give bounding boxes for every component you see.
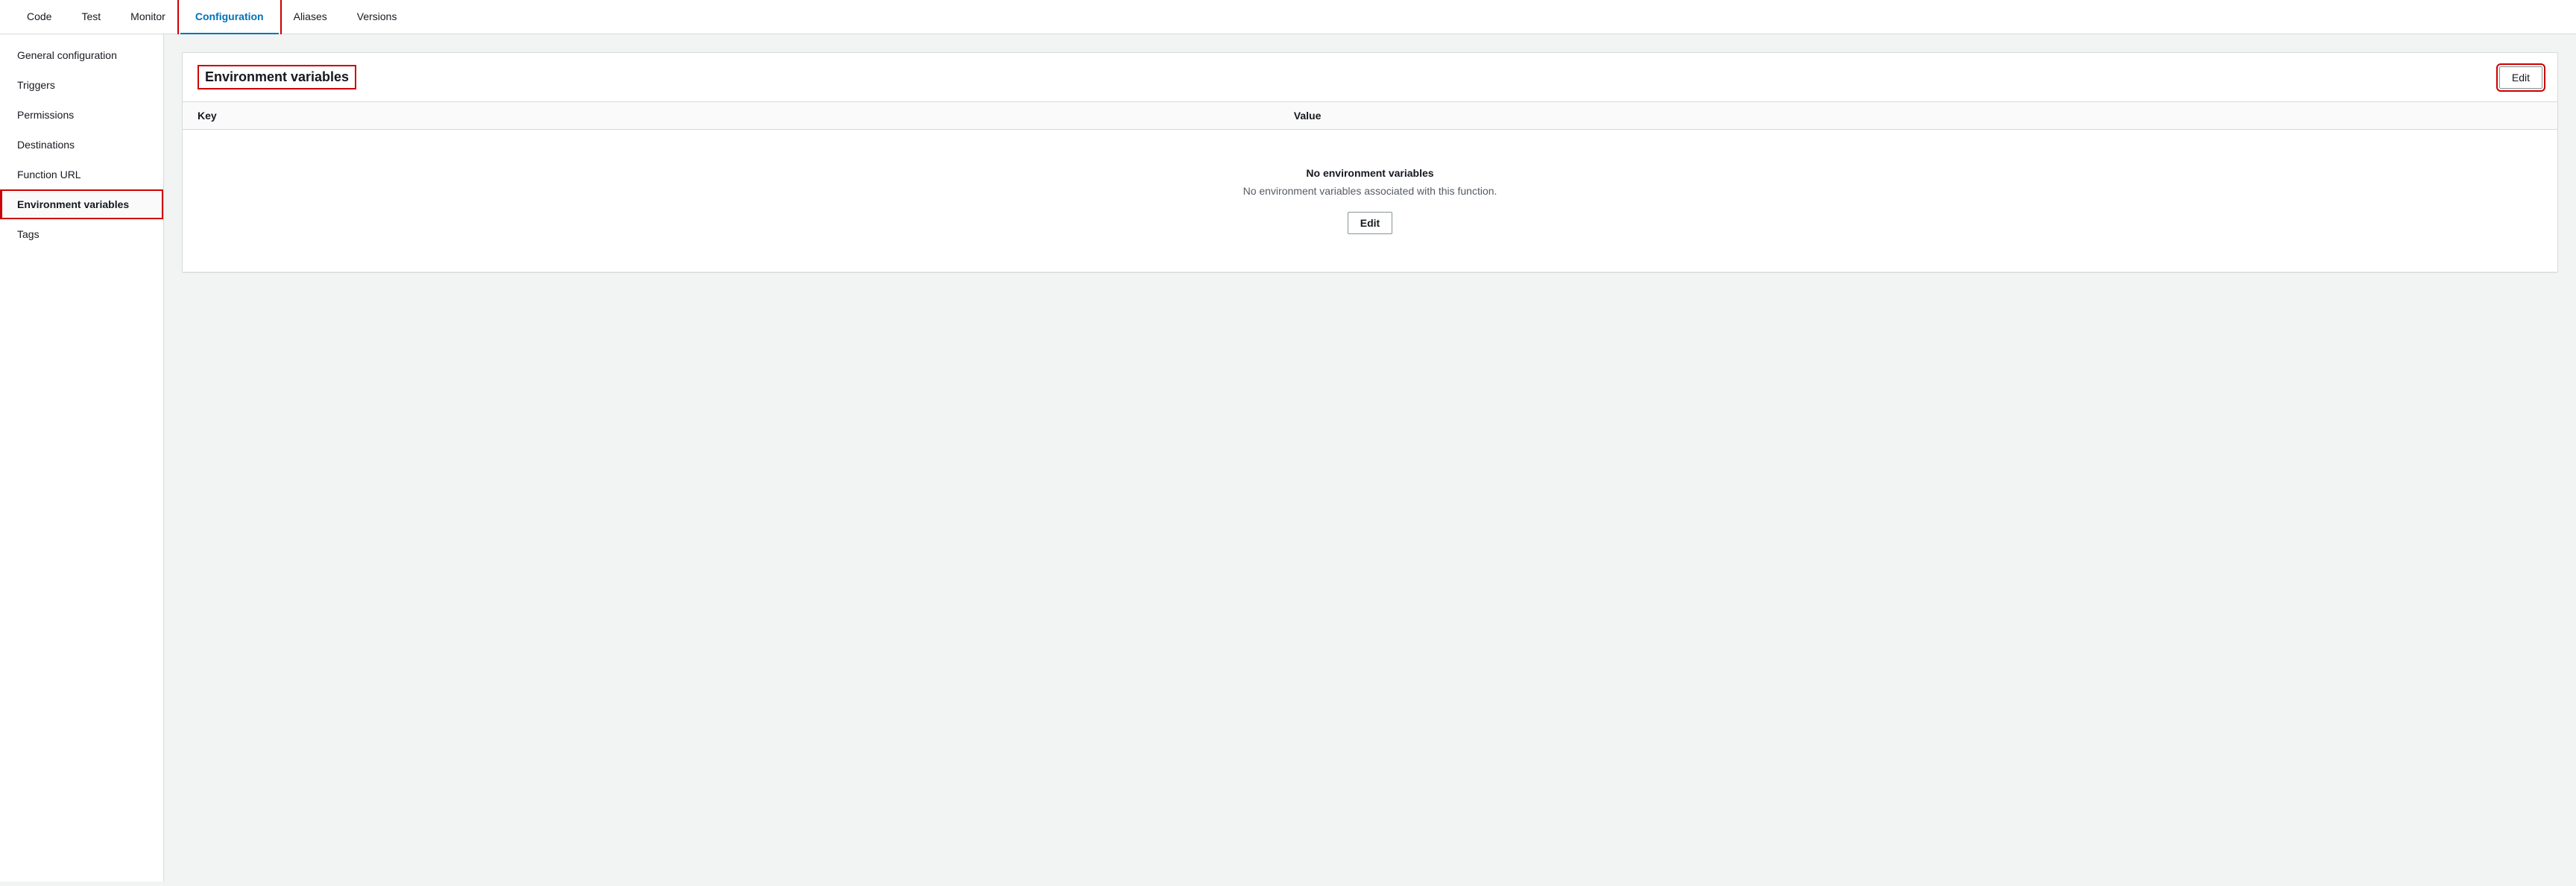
panel-header: Environment variables Edit — [183, 53, 2557, 102]
edit-button-center[interactable]: Edit — [1348, 212, 1392, 234]
environment-variables-panel: Environment variables Edit Key Value No … — [182, 52, 2558, 273]
sidebar: General configurationTriggersPermissions… — [0, 34, 164, 882]
empty-state: No environment variables No environment … — [198, 137, 2542, 264]
content-area: Environment variables Edit Key Value No … — [164, 34, 2576, 882]
tab-code[interactable]: Code — [12, 0, 66, 34]
empty-state-cell: No environment variables No environment … — [183, 130, 2557, 272]
tab-test[interactable]: Test — [66, 0, 116, 34]
sidebar-item-triggers[interactable]: Triggers — [0, 70, 163, 100]
tab-bar: CodeTestMonitorConfigurationAliasesVersi… — [0, 0, 2576, 34]
sidebar-item-function-url[interactable]: Function URL — [0, 160, 163, 189]
sidebar-item-tags[interactable]: Tags — [0, 219, 163, 249]
table-body: No environment variables No environment … — [183, 130, 2557, 272]
main-layout: General configurationTriggersPermissions… — [0, 34, 2576, 882]
sidebar-item-destinations[interactable]: Destinations — [0, 130, 163, 160]
empty-state-title: No environment variables — [212, 167, 2528, 179]
tab-configuration[interactable]: Configuration — [180, 0, 279, 34]
sidebar-item-general-configuration[interactable]: General configuration — [0, 40, 163, 70]
env-table: Key Value No environment variables No en… — [183, 102, 2557, 272]
column-key: Key — [183, 102, 1279, 130]
panel-title: Environment variables — [198, 65, 356, 89]
tab-monitor[interactable]: Monitor — [116, 0, 180, 34]
tab-aliases[interactable]: Aliases — [279, 0, 342, 34]
sidebar-item-environment-variables[interactable]: Environment variables — [0, 189, 163, 219]
column-value: Value — [1279, 102, 2557, 130]
empty-state-row: No environment variables No environment … — [183, 130, 2557, 272]
table-head: Key Value — [183, 102, 2557, 130]
sidebar-item-permissions[interactable]: Permissions — [0, 100, 163, 130]
empty-state-description: No environment variables associated with… — [212, 185, 2528, 197]
edit-button-top[interactable]: Edit — [2499, 66, 2542, 89]
tab-versions[interactable]: Versions — [342, 0, 412, 34]
table-header-row: Key Value — [183, 102, 2557, 130]
